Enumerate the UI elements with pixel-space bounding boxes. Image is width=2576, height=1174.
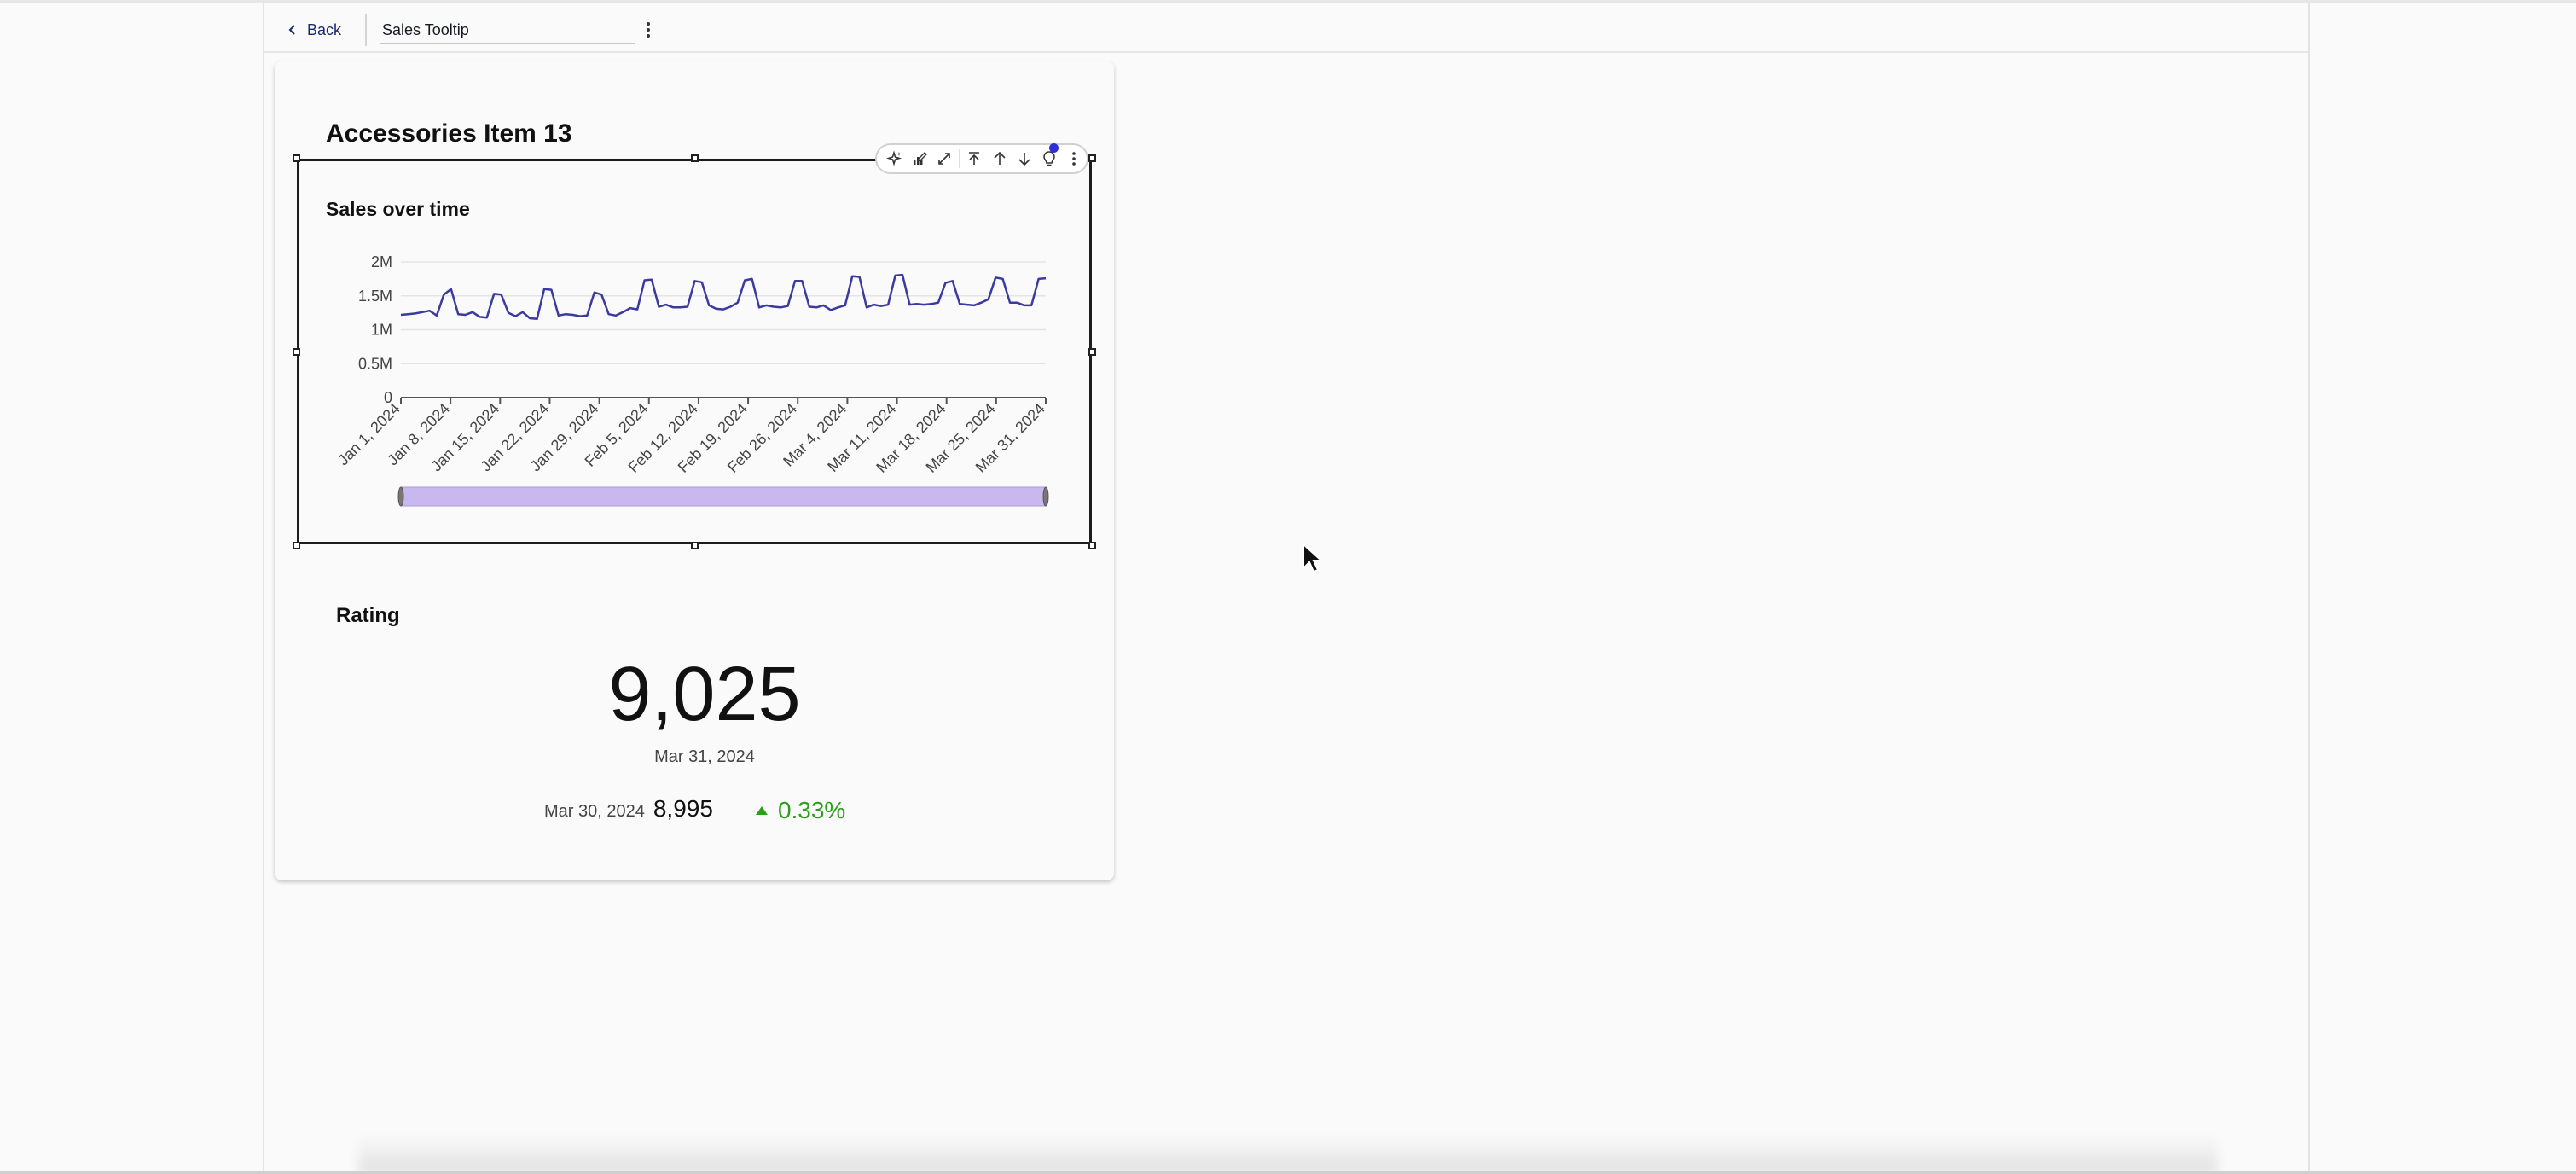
y-tick-label: 2M (371, 253, 392, 270)
expand-button[interactable] (932, 145, 957, 172)
insight-lightbulb-icon (1043, 151, 1055, 166)
delta-value: 0.33% (777, 797, 846, 823)
notification-dot (1049, 143, 1059, 153)
resize-handle-left[interactable] (293, 348, 300, 356)
kpi-comparison: Mar 30, 2024 8,995 0.33% (544, 795, 845, 829)
sales-line-chart: 00.5M1M1.5M2M Jan 1, 2024Jan 8, 2024Jan … (334, 253, 1049, 507)
resize-handle-bottom[interactable] (691, 542, 699, 549)
move-top-icon (969, 152, 980, 165)
compare-value: 8,995 (653, 795, 713, 822)
resize-handle-right[interactable] (1088, 348, 1096, 356)
bottom-shadow (358, 1135, 2218, 1174)
card-title: Accessories Item 13 (326, 119, 572, 148)
move-up-button[interactable] (987, 145, 1012, 172)
resize-handle-top-right[interactable] (1088, 154, 1096, 162)
chevron-left-icon (288, 25, 295, 35)
y-tick-label: 0.5M (358, 355, 392, 372)
title-more-options-button[interactable] (638, 17, 659, 43)
move-top-button[interactable] (962, 145, 987, 172)
y-axis-ticks: 00.5M1M1.5M2M (358, 253, 392, 406)
more-options-icon (1072, 152, 1076, 166)
rating-title: Rating (336, 604, 400, 627)
sales-series-line (400, 273, 1047, 321)
kpi-date: Mar 31, 2024 (654, 747, 755, 766)
chart-series (400, 273, 1047, 321)
resize-handle-bottom-left[interactable] (293, 542, 300, 549)
expand-icon (938, 153, 950, 165)
move-down-icon (1018, 153, 1030, 166)
sheet-title-input[interactable] (380, 17, 635, 44)
chart-title: Sales over time (326, 198, 470, 220)
edit-chart-icon (913, 152, 927, 165)
move-up-icon (994, 151, 1006, 165)
visual-toolbar-divider (958, 149, 960, 168)
y-tick-label: 1.5M (358, 288, 392, 305)
delta-indicator: 0.33% (754, 797, 845, 824)
canvas-right-border (2308, 3, 2310, 1174)
edit-chart-button[interactable] (907, 145, 931, 172)
y-tick-label: 1M (371, 322, 392, 339)
canvas-left-border (263, 3, 264, 1174)
move-down-button[interactable] (1012, 145, 1036, 172)
more-options-button[interactable] (1062, 145, 1087, 172)
x-axis-ticks: Jan 1, 2024Jan 8, 2024Jan 15, 2024Jan 22… (334, 398, 1048, 476)
range-slider-left-handle[interactable] (397, 486, 404, 507)
back-label: Back (307, 20, 342, 38)
bottom-border (0, 1171, 2576, 1174)
resize-handle-top-left[interactable] (293, 154, 300, 162)
range-slider-track[interactable] (400, 486, 1047, 507)
resize-handle-top[interactable] (691, 154, 699, 162)
resize-handle-bottom-right[interactable] (1088, 542, 1096, 549)
vertical-dots-icon (647, 22, 650, 38)
compare-date: Mar 30, 2024 (544, 802, 645, 821)
range-slider-right-handle[interactable] (1042, 486, 1049, 507)
ai-sparkle-icon (885, 150, 902, 166)
range-slider[interactable] (397, 486, 1049, 507)
toolbar-divider (365, 14, 367, 46)
kpi-value: 9,025 (608, 652, 801, 737)
mouse-pointer-icon (1303, 543, 1324, 573)
ai-sparkle-button[interactable] (882, 145, 907, 172)
back-button[interactable]: Back (287, 17, 341, 43)
triangle-up-icon (755, 806, 768, 815)
